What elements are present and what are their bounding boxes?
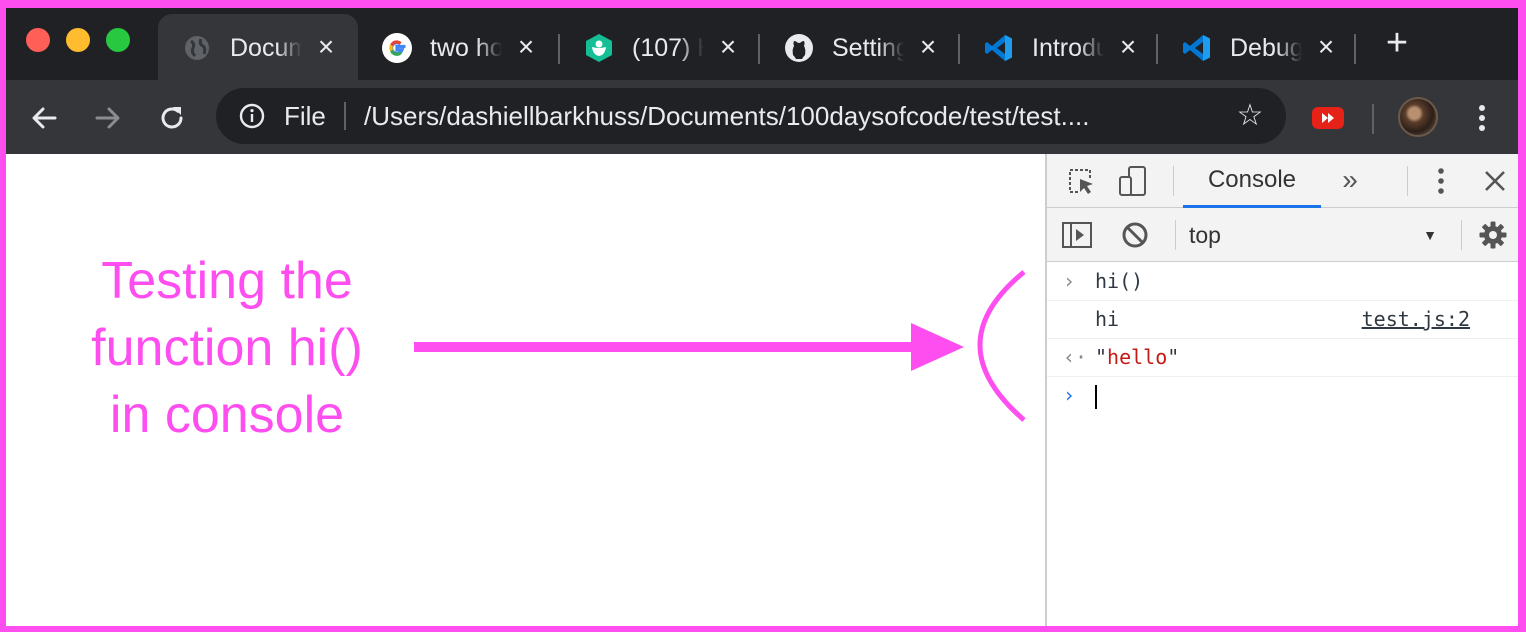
- console-command: hi(): [1095, 269, 1144, 293]
- vscode-icon: [1182, 33, 1212, 63]
- tab-khan-academy[interactable]: (107) Khan ×: [560, 14, 758, 80]
- console-toolbar: top ▼: [1047, 208, 1518, 262]
- context-select[interactable]: top ▼: [1189, 219, 1451, 251]
- tab-title: Document: [230, 34, 302, 62]
- more-vert-icon[interactable]: [1425, 165, 1457, 197]
- khan-academy-icon: [584, 33, 614, 63]
- console-output[interactable]: › hi() hi test.js:2 ‹· "hello" ›: [1047, 263, 1518, 415]
- console-log-message: hi: [1095, 307, 1120, 331]
- github-icon: [784, 33, 814, 63]
- globe-icon: [182, 33, 212, 63]
- avatar[interactable]: [1398, 97, 1438, 137]
- close-icon[interactable]: ×: [1116, 33, 1140, 61]
- devtools-panel: Console » top ▼ › hi() hi test.js:2 ‹· "…: [1045, 154, 1518, 626]
- close-icon[interactable]: ×: [314, 33, 338, 61]
- url-text[interactable]: /Users/dashiellbarkhuss/Documents/100day…: [364, 101, 1234, 131]
- tab-title: Introduction: [1032, 34, 1104, 62]
- console-row-input: › hi(): [1047, 263, 1518, 301]
- youtube-extension-icon[interactable]: [1312, 107, 1344, 129]
- chevron-down-icon: ▼: [1423, 227, 1437, 243]
- tab-vscode-introduction[interactable]: Introduction ×: [960, 14, 1158, 80]
- tab-title: two hours: [430, 34, 502, 62]
- new-tab-button[interactable]: +: [1382, 24, 1412, 62]
- console-row-log: hi test.js:2: [1047, 301, 1518, 339]
- inspect-element-icon[interactable]: [1065, 165, 1097, 197]
- source-link[interactable]: test.js:2: [1362, 301, 1470, 337]
- star-icon[interactable]: ☆: [1234, 100, 1266, 132]
- back-arrow-icon[interactable]: [28, 102, 60, 134]
- tab-document[interactable]: Document ×: [158, 14, 358, 80]
- omnibox-divider: [344, 102, 346, 130]
- browser-window: Document × two hours × (107) Khan ×: [6, 8, 1518, 626]
- close-devtools-icon[interactable]: [1479, 165, 1511, 197]
- console-row-result: ‹· "hello": [1047, 339, 1518, 377]
- vscode-icon: [984, 33, 1014, 63]
- toolbar-divider: [1372, 104, 1374, 134]
- close-icon[interactable]: ×: [716, 33, 740, 61]
- clear-console-icon[interactable]: [1119, 219, 1151, 251]
- minimize-window-button[interactable]: [66, 28, 90, 52]
- page-content: Testing the function hi() in console: [6, 154, 1045, 626]
- context-select-value: top: [1189, 222, 1221, 248]
- devtools-divider: [1175, 220, 1176, 250]
- google-icon: [382, 33, 412, 63]
- console-prompt[interactable]: ›: [1047, 377, 1518, 415]
- reload-icon[interactable]: [156, 102, 188, 134]
- browser-toolbar: File /Users/dashiellbarkhuss/Documents/1…: [6, 80, 1518, 154]
- tab-divider: [1354, 34, 1356, 64]
- tab-strip: Document × two hours × (107) Khan ×: [6, 8, 1518, 80]
- tab-title: (107) Khan: [632, 34, 704, 62]
- devtools-divider: [1173, 166, 1174, 196]
- tab-google[interactable]: two hours ×: [358, 14, 558, 80]
- close-icon[interactable]: ×: [514, 33, 538, 61]
- gear-icon[interactable]: [1477, 219, 1509, 251]
- address-bar[interactable]: File /Users/dashiellbarkhuss/Documents/1…: [216, 88, 1286, 144]
- tab-title: Debugging: [1230, 34, 1302, 62]
- more-tabs-chevron-icon[interactable]: »: [1335, 164, 1365, 196]
- prompt-chevron-icon: ›: [1063, 383, 1076, 407]
- devtools-divider: [1407, 166, 1408, 196]
- scheme-label: File: [284, 101, 326, 131]
- more-vert-icon[interactable]: [1472, 102, 1492, 134]
- tab-console[interactable]: Console: [1183, 154, 1321, 208]
- device-toolbar-icon[interactable]: [1117, 165, 1149, 197]
- forward-arrow-icon[interactable]: [92, 102, 124, 134]
- close-icon[interactable]: ×: [1314, 33, 1338, 61]
- tab-github[interactable]: Settings ×: [760, 14, 958, 80]
- tab-title: Settings: [832, 34, 904, 62]
- result-string: hello: [1107, 345, 1168, 369]
- close-window-button[interactable]: [26, 28, 50, 52]
- sidebar-toggle-icon[interactable]: [1061, 219, 1093, 251]
- devtools-divider: [1461, 220, 1462, 250]
- text-cursor: [1095, 385, 1097, 409]
- annotation-arrow: [414, 270, 1026, 422]
- return-arrow-icon: ‹·: [1063, 345, 1088, 369]
- close-icon[interactable]: ×: [916, 33, 940, 61]
- zoom-window-button[interactable]: [106, 28, 130, 52]
- chevron-right-icon: ›: [1063, 269, 1076, 293]
- info-icon[interactable]: [238, 102, 266, 130]
- console-result: "hello": [1095, 345, 1180, 369]
- devtools-tab-bar: Console »: [1047, 154, 1518, 208]
- tab-vscode-debugging[interactable]: Debugging ×: [1158, 14, 1356, 80]
